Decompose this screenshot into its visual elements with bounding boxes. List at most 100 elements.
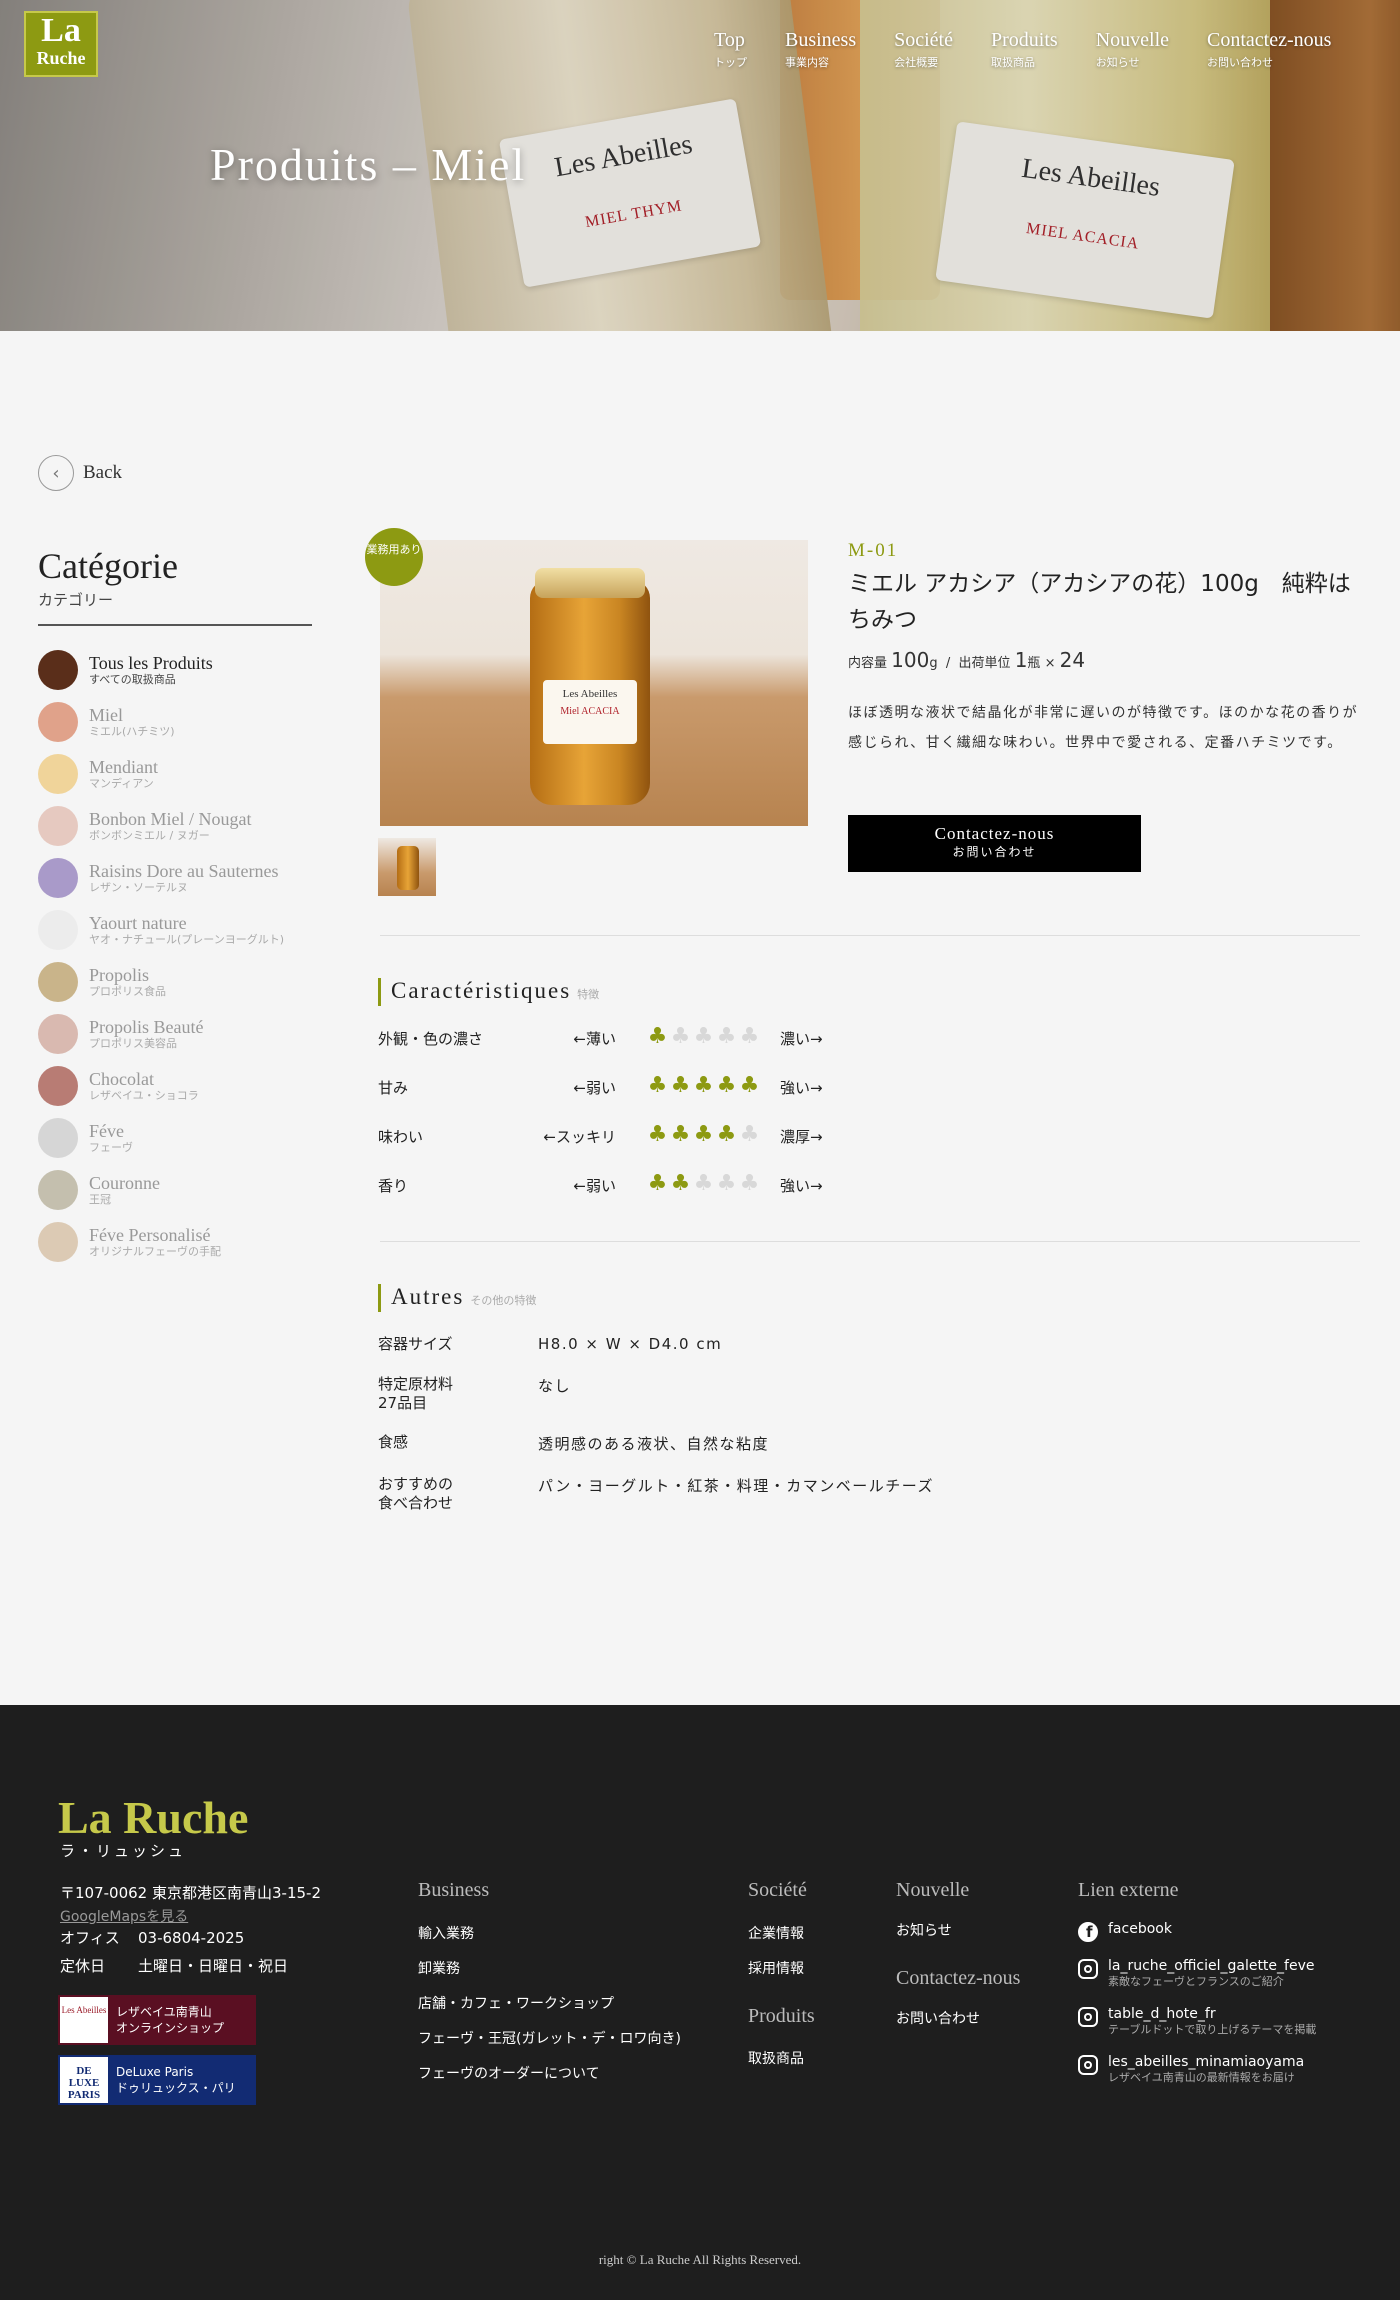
social-link[interactable]: la_ruche_officiel_galette_feve 素敵なフェーヴとフラ… [1078,1957,1314,1988]
footer-societe-heading[interactable]: Société [748,1879,807,1902]
rating-bees: ♣ ♣ ♣ ♣ ♣ [646,1171,761,1196]
category-thumbnail [38,1222,78,1262]
characteristic-low-label: ←弱い [573,1079,616,1097]
bee-rating-icon: ♣ [716,1171,737,1196]
category-list: Tous les Produits すべての取扱商品 Miel ミエル(ハチミツ) Me… [38,644,312,1268]
footer-link[interactable]: 企業情報 [748,1923,804,1943]
nav-item-top[interactable]: Top トップ [714,28,747,70]
category-item[interactable]: Féve フェーヴ [38,1112,312,1164]
characteristic-high-label: 濃厚→ [780,1128,823,1146]
copyright: right © La Ruche All Rights Reserved. [598,2252,802,2267]
footer-contact-heading[interactable]: Contactez-nous [896,1967,1020,1990]
footer-link[interactable]: 採用情報 [748,1958,804,1978]
attribute-key: 容器サイズ [378,1335,453,1353]
category-thumbnail [38,910,78,950]
spec-times: × [1044,656,1056,671]
category-sublabel: マンディアン [89,777,154,790]
category-text: Propolis プロポリス食品 [89,965,166,999]
category-sublabel: ボンボンミエル / ヌガー [89,829,210,842]
footer-nouvelle-heading[interactable]: Nouvelle [896,1879,969,1902]
bee-rating-icon: ♣ [693,1171,714,1196]
category-item[interactable]: Féve Personalisé オリジナルフェーヴの手配 [38,1216,312,1268]
hero-label-brand: Les Abeilles [1019,152,1162,203]
category-item[interactable]: Yaourt nature ヤオ・ナチュール(プレーンヨーグルト) [38,904,312,956]
category-thumbnail [38,650,78,690]
category-text: Couronne 王冠 [89,1173,160,1207]
characteristic-label: 香り [378,1177,409,1195]
category-thumbnail [38,1170,78,1210]
category-label: Féve Personalisé [89,1225,211,1245]
jar-label-brand: Les Abeilles [562,688,618,700]
shop2-text: DeLuxe Paris ドゥリュックス・パリ [116,2064,236,2096]
category-item[interactable]: Tous les Produits すべての取扱商品 [38,644,312,696]
category-sublabel: ミエル(ハチミツ) [89,725,175,738]
contact-button[interactable]: Contactez-nous お問い合わせ [848,815,1141,872]
hero-label-kind: MIEL ACACIA [1025,219,1141,253]
footer-logo-subtitle: ラ・リュッシュ [60,1842,187,1860]
back-link[interactable]: ‹ Back [38,455,122,491]
logo-top-text: La [41,12,81,49]
category-item[interactable]: Miel ミエル(ハチミツ) [38,696,312,748]
chevron-left-icon: ‹ [38,455,74,491]
footer-link[interactable]: お知らせ [896,1920,952,1940]
nav-item-socit[interactable]: Société 会社概要 [894,28,953,70]
facebook-icon: f [1078,1922,1098,1942]
spec-prefix: 内容量 [848,656,888,671]
nav-item-business[interactable]: Business 事業内容 [785,28,856,70]
footer-link[interactable]: 取扱商品 [748,2048,804,2068]
footer-logo[interactable]: La Ruche [58,1791,248,1844]
google-maps-link[interactable]: GoogleMapsを見る [60,1905,321,1929]
social-link[interactable]: table_d_hote_fr テーブルドットで取り上げるテーマを掲載 [1078,2005,1316,2036]
footer-link[interactable]: 店舗・カフェ・ワークショップ [418,1993,614,2013]
category-item[interactable]: Bonbon Miel / Nougat ボンボンミエル / ヌガー [38,800,312,852]
contact-button-label: Contactez-nous [934,824,1055,843]
footer-link[interactable]: 輸入業務 [418,1923,474,1943]
category-item[interactable]: Propolis Beauté プロポリス美容品 [38,1008,312,1060]
social-name: facebook [1108,1921,1172,1937]
les-abeilles-shop-banner[interactable]: Les Abeilles レザベイユ南青山 オンラインショップ [58,1995,256,2045]
footer-external-heading: Lien externe [1078,1879,1179,1901]
characteristic-high-label: 濃い→ [780,1030,823,1048]
shop1-text: レザベイユ南青山 オンラインショップ [116,2004,224,2036]
jar-label: Les Abeilles Miel ACACIA [543,680,637,744]
category-item[interactable]: Couronne 王冠 [38,1164,312,1216]
footer-produits-heading[interactable]: Produits [748,2005,815,2028]
product-main-image: Les Abeilles Miel ACACIA [380,540,808,826]
others-heading: Autres その他の特徴 [378,1284,536,1312]
bee-rating-icon: ♣ [739,1024,760,1049]
category-thumbnail [38,1014,78,1054]
attribute-key: おすすめの 食べ合わせ [378,1475,454,1512]
footer-link[interactable]: 卸業務 [418,1958,460,1978]
deluxe-paris-banner[interactable]: DE LUXE PARIS DeLuxe Paris ドゥリュックス・パリ [58,2055,256,2105]
nav-item-nouvelle[interactable]: Nouvelle お知らせ [1096,28,1169,70]
characteristic-row: 甘み ←弱い ♣ ♣ ♣ ♣ ♣ 強い→ [378,1073,848,1103]
category-item[interactable]: Propolis プロポリス食品 [38,956,312,1008]
footer-link[interactable]: フェーヴのオーダーについて [418,2063,600,2083]
footer-address: 〒107-0062 東京都港区南青山3-15-2 GoogleMapsを見る [60,1881,321,1929]
footer-link[interactable]: フェーヴ・王冠(ガレット・デ・ロワ向き) [418,2028,681,2048]
category-item[interactable]: Chocolat レザベイユ・ショコラ [38,1060,312,1112]
footer-business-heading[interactable]: Business [418,1879,489,1902]
characteristic-low-label: ←薄い [573,1030,616,1048]
site-logo[interactable]: La Ruche [24,11,98,77]
social-text: table_d_hote_fr テーブルドットで取り上げるテーマを掲載 [1108,2005,1316,2036]
footer-link[interactable]: お問い合わせ [896,2008,980,2028]
category-thumbnail [38,858,78,898]
category-item[interactable]: Mendiant マンディアン [38,748,312,800]
bee-rating-icon: ♣ [739,1171,760,1196]
footer-logo-text: La Ruche [58,1792,249,1843]
social-link[interactable]: f facebook [1078,1920,1172,1942]
category-item[interactable]: Raisins Dore au Sauternes レザン・ソーテルヌ [38,852,312,904]
social-link[interactable]: les_abeilles_minamiaoyama レザベイユ南青山の最新情報をお… [1078,2053,1304,2084]
thumbnail-jar-image [397,846,419,890]
nav-label: Société [894,29,953,51]
category-sublabel: レザベイユ・ショコラ [89,1089,199,1102]
nav-item-contacteznous[interactable]: Contactez-nous お問い合わせ [1207,28,1331,70]
category-sublabel: すべての取扱商品 [89,673,176,686]
characteristics-title: Caractéristiques [391,978,572,1003]
product-thumbnail[interactable] [378,838,436,896]
category-label: Bonbon Miel / Nougat [89,809,252,829]
bee-rating-icon: ♣ [693,1073,714,1098]
category-sublabel: レザン・ソーテルヌ [89,881,188,894]
nav-item-produits[interactable]: Produits 取扱商品 [991,28,1058,70]
